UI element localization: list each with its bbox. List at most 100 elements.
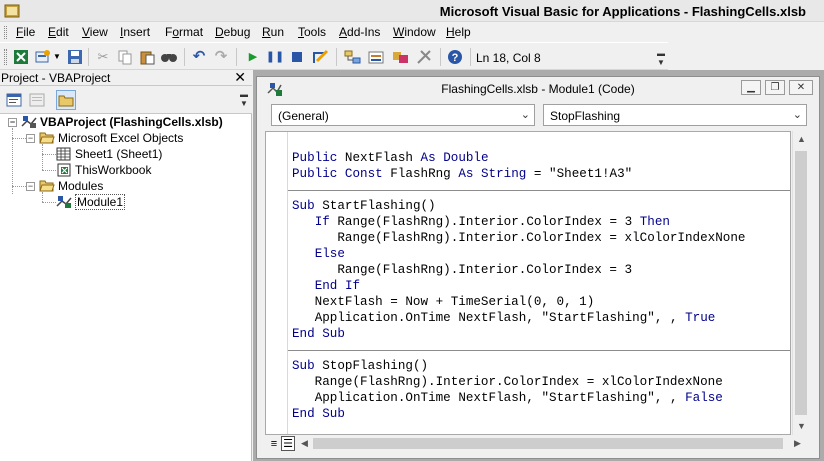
- properties-icon[interactable]: [368, 48, 386, 66]
- margin-indicator-bar[interactable]: [266, 132, 288, 434]
- menu-run[interactable]: Run: [262, 25, 284, 39]
- copy-icon[interactable]: [116, 48, 134, 66]
- view-code-icon[interactable]: [4, 90, 24, 110]
- code-window-bottom-bar: ≡ ☰ ◀ ▶: [265, 435, 809, 453]
- scroll-right-icon[interactable]: ▶: [789, 435, 806, 452]
- insert-module-icon[interactable]: [34, 48, 52, 66]
- collapse-icon[interactable]: −: [26, 133, 35, 143]
- scroll-down-icon[interactable]: ▼: [793, 418, 810, 435]
- code-window: FlashingCells.xlsb - Module1 (Code) ▁ ❐ …: [256, 76, 820, 459]
- design-mode-icon[interactable]: [312, 48, 330, 66]
- project-explorer-header: Project - VBAProject ✕: [0, 69, 252, 86]
- help-icon[interactable]: ?: [446, 48, 464, 66]
- run-icon[interactable]: ▶: [244, 48, 262, 66]
- code-line[interactable]: Public Const FlashRng As String = "Sheet…: [292, 166, 632, 182]
- vba-editor-window: Microsoft Visual Basic for Applications …: [0, 0, 824, 461]
- vertical-scroll-thumb[interactable]: [795, 151, 807, 415]
- minimize-window-button[interactable]: ▁: [741, 80, 761, 95]
- code-line[interactable]: End Sub: [292, 406, 345, 422]
- undo-icon[interactable]: ↶: [190, 48, 208, 66]
- toolbar-separator: [470, 48, 471, 66]
- procedure-view-icon[interactable]: ≡: [267, 436, 281, 451]
- menu-help[interactable]: Help: [446, 25, 471, 39]
- redo-icon[interactable]: ↷: [212, 48, 230, 66]
- code-line[interactable]: Application.OnTime NextFlash, "StartFlas…: [292, 390, 723, 406]
- toolbar-separator: [236, 48, 237, 66]
- menu-edit[interactable]: Edit: [48, 25, 69, 39]
- tree-item[interactable]: − Microsoft Excel Objects: [26, 130, 183, 146]
- project-toolbar-options-icon[interactable]: ▬ ▼: [240, 90, 248, 108]
- menu-file[interactable]: File: [16, 25, 35, 39]
- tree-item[interactable]: − VBAProject (FlashingCells.xlsb): [8, 114, 223, 130]
- tree-item[interactable]: ThisWorkbook: [56, 162, 151, 178]
- project-explorer-panel: Project - VBAProject ✕ ▬ ▼ − VBAProject …: [0, 69, 252, 461]
- menu-tools[interactable]: Tools: [298, 25, 326, 39]
- code-line[interactable]: Range(FlashRng).Interior.ColorIndex = xl…: [292, 230, 745, 246]
- folder-open-icon: [39, 131, 55, 145]
- scroll-up-icon[interactable]: ▲: [793, 131, 810, 148]
- tree-item[interactable]: − Modules: [26, 178, 103, 194]
- toggle-folders-icon[interactable]: [56, 90, 76, 110]
- tree-item[interactable]: Sheet1 (Sheet1): [56, 146, 162, 162]
- close-window-button[interactable]: ✕: [789, 80, 813, 95]
- tree-item-label: Modules: [58, 179, 104, 193]
- code-line[interactable]: NextFlash = Now + TimeSerial(0, 0, 1): [292, 294, 595, 310]
- tree-item[interactable]: Module1: [56, 194, 126, 210]
- menu-view[interactable]: View: [82, 25, 108, 39]
- code-line[interactable]: Public NextFlash As Double: [292, 150, 489, 166]
- menu-add-ins[interactable]: Add-Ins: [339, 25, 380, 39]
- full-module-view-icon[interactable]: ☰: [281, 436, 295, 451]
- object-combo[interactable]: (General) ⌄: [271, 104, 535, 126]
- collapse-icon[interactable]: −: [26, 181, 35, 191]
- code-line[interactable]: End If: [292, 278, 360, 294]
- menu-grip-icon[interactable]: [4, 26, 7, 39]
- insert-dropdown-icon[interactable]: ▼: [52, 48, 62, 66]
- menu-debug[interactable]: Debug: [215, 25, 250, 39]
- menu-insert[interactable]: Insert: [120, 25, 150, 39]
- toolbox-icon[interactable]: [416, 48, 434, 66]
- restore-window-button[interactable]: ❐: [765, 80, 785, 95]
- chevron-down-icon[interactable]: ⌄: [521, 108, 530, 121]
- code-editor[interactable]: Public NextFlash As Double Public Const F…: [265, 131, 791, 435]
- toolbar-grip-icon[interactable]: [4, 49, 7, 65]
- view-object-icon[interactable]: [27, 90, 47, 110]
- code-line[interactable]: Application.OnTime NextFlash, "StartFlas…: [292, 310, 716, 326]
- toolbar-separator: [440, 48, 441, 66]
- reset-icon[interactable]: [288, 48, 306, 66]
- project-explorer-toolbar: ▬ ▼: [0, 86, 252, 114]
- code-line[interactable]: If Range(FlashRng).Interior.ColorIndex =…: [292, 214, 670, 230]
- toolbar-options-icon[interactable]: ▬ ▼: [656, 47, 666, 67]
- horizontal-scroll-thumb[interactable]: [313, 438, 783, 449]
- menu-format[interactable]: Format: [165, 25, 203, 39]
- view-excel-icon[interactable]: [12, 48, 30, 66]
- find-icon[interactable]: [160, 48, 178, 66]
- menu-window[interactable]: Window: [393, 25, 436, 39]
- vba-app-icon[interactable]: [4, 3, 20, 19]
- object-combo-value: (General): [278, 109, 329, 123]
- save-icon[interactable]: [66, 48, 84, 66]
- paste-icon[interactable]: [138, 48, 156, 66]
- code-line[interactable]: End Sub: [292, 326, 345, 342]
- code-line[interactable]: Sub StartFlashing(): [292, 198, 436, 214]
- toolbar-separator: [336, 48, 337, 66]
- folder-open-icon: [39, 179, 55, 193]
- project-explorer-icon[interactable]: [344, 48, 362, 66]
- break-icon[interactable]: ❚❚: [266, 48, 284, 66]
- tree-connector: [12, 186, 26, 187]
- scroll-left-icon[interactable]: ◀: [296, 435, 313, 452]
- collapse-icon[interactable]: −: [8, 117, 17, 127]
- project-explorer-title: Project - VBAProject: [1, 71, 111, 85]
- code-line[interactable]: Range(FlashRng).Interior.ColorIndex = xl…: [292, 374, 723, 390]
- cut-icon[interactable]: ✂: [94, 48, 112, 66]
- vertical-scrollbar[interactable]: ▲ ▼: [792, 131, 809, 435]
- code-line[interactable]: Range(FlashRng).Interior.ColorIndex = 3: [292, 262, 632, 278]
- object-browser-icon[interactable]: [392, 48, 410, 66]
- standard-toolbar: ▼ ✂ ↶ ↷ ▶ ❚❚ ? Ln 18, Col 8 ▬ ▼: [0, 42, 668, 70]
- code-line[interactable]: Sub StopFlashing(): [292, 358, 428, 374]
- close-project-explorer-button[interactable]: ✕: [234, 69, 246, 86]
- code-line[interactable]: Else: [292, 246, 345, 262]
- tree-item-label: Microsoft Excel Objects: [58, 131, 184, 145]
- size-grip[interactable]: [809, 435, 819, 453]
- procedure-combo[interactable]: StopFlashing ⌄: [543, 104, 807, 126]
- chevron-down-icon[interactable]: ⌄: [793, 108, 802, 121]
